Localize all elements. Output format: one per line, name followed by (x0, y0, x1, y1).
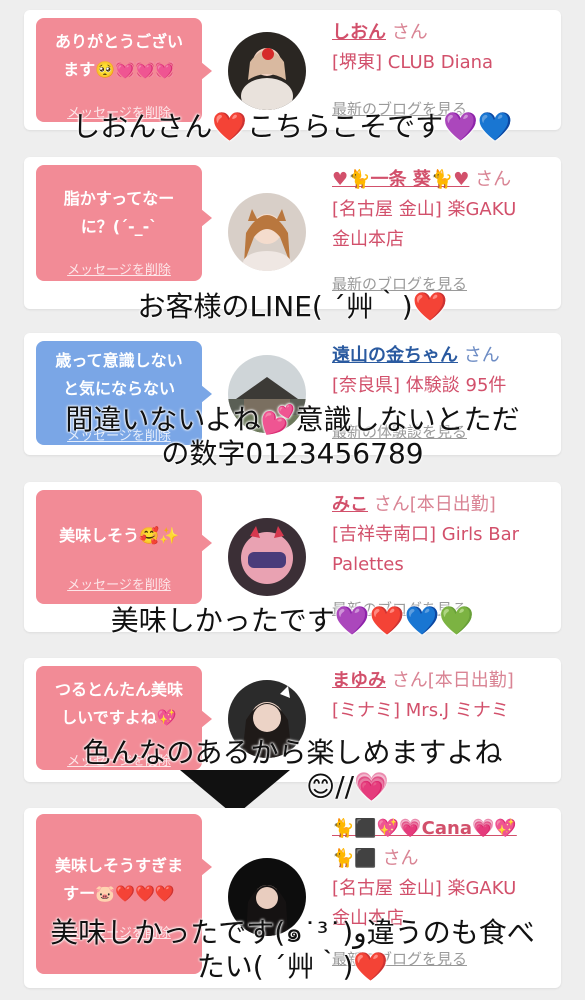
shop-link[interactable]: [名古屋 金山] 楽GAKU (332, 195, 552, 225)
message-text: つるとんたん美味 しいですよね💖 (54, 680, 183, 727)
caption-overlay: 色んなのあるから楽しめますよね 😊//💗 (0, 736, 585, 804)
profile-info: 遠山の金ちゃん さん [奈良県] 体験談 95件 (332, 341, 552, 401)
honorific: さん (382, 848, 419, 869)
message-card: 脂かすってなー に？(´-_-` メッセージを削除 ♥🐈一条 葵🐈♥ さん [名古… (24, 157, 561, 309)
profile-info: ♥🐈一条 葵🐈♥ さん [名古屋 金山] 楽GAKU 金山本店 (332, 165, 552, 255)
avatar[interactable] (228, 193, 306, 271)
caption-overlay: 美味しかったです💜❤️💙💚 (110, 604, 475, 637)
profile-info: しおん さん [堺東] CLUB Diana (332, 18, 552, 78)
honorific: さん[本日出勤] (373, 494, 496, 515)
shop-link[interactable]: [奈良県] 体験談 95件 (332, 371, 552, 401)
message-text: 美味しそうすぎま すー🐷❤️❤️❤️ (54, 856, 183, 903)
message-text: 脂かすってなー に？(´-_-` (63, 189, 175, 236)
caption-line: の数字0123456789 (161, 437, 424, 470)
honorific: さん (463, 345, 500, 366)
caption-overlay: お客様のLINE( ´艸｀)❤️ (137, 290, 448, 323)
shop-link[interactable]: [堺東] CLUB Diana (332, 48, 552, 78)
avatar[interactable] (228, 518, 306, 596)
profile-name-link[interactable]: しおん (332, 22, 386, 43)
message-bubble: 脂かすってなー に？(´-_-` メッセージを削除 (36, 165, 212, 281)
caption-line: 色んなのあるから楽しめますよね (82, 736, 503, 769)
shop-link[interactable]: [吉祥寺南口] Girls Bar (332, 520, 552, 550)
shop-link[interactable]: [ミナミ] Mrs.J ミナミ (332, 696, 552, 726)
shop-link[interactable]: [名古屋 金山] 楽GAKU (332, 874, 552, 904)
honorific: さん (475, 169, 512, 190)
honorific: さん[本日出勤] (391, 670, 514, 691)
caption-line: 😊//💗 (306, 770, 389, 803)
caption-overlay: 間違いないよね💕意識しないとただ の数字0123456789 (0, 403, 585, 471)
delete-message-link[interactable]: メッセージを削除 (36, 259, 202, 278)
shop-link-line2[interactable]: Palettes (332, 550, 552, 580)
caption-line: たい( ´艸｀)❤️ (196, 950, 389, 983)
caption-line: 間違いないよね💕意識しないとただ (65, 403, 520, 436)
message-bubble: 美味しそう🥰✨ メッセージを削除 (36, 490, 212, 604)
honorific: さん (391, 22, 428, 43)
profile-name-link[interactable]: ♥🐈一条 葵🐈♥ (332, 169, 469, 190)
profile-info: まゆみ さん[本日出勤] [ミナミ] Mrs.J ミナミ (332, 666, 552, 726)
message-text: 歳って意識しない と気にならない (55, 351, 183, 398)
profile-name-link[interactable]: 遠山の金ちゃん (332, 345, 458, 366)
caption-overlay: しおんさん❤️こちらこそです💜💙 (72, 110, 513, 143)
profile-info: みこ さん[本日出勤] [吉祥寺南口] Girls Bar Palettes (332, 490, 552, 580)
caption-line: 美味しかったです(๑˙³˙)و違うのも食べ (50, 916, 535, 949)
delete-message-link[interactable]: メッセージを削除 (36, 574, 202, 593)
avatar[interactable] (228, 32, 306, 110)
profile-name-link[interactable]: まゆみ (332, 670, 386, 691)
message-text: 美味しそう🥰✨ (59, 526, 179, 545)
profile-name-line2[interactable]: 🐈⬛ (332, 848, 377, 869)
message-text: ありがとうござい ます🥺💓💓💓 (54, 32, 183, 79)
caption-overlay: 美味しかったです(๑˙³˙)و違うのも食べ たい( ´艸｀)❤️ (0, 916, 585, 984)
shop-link-line2[interactable]: 金山本店 (332, 225, 552, 255)
profile-name-link[interactable]: みこ (332, 494, 368, 515)
message-bubble: ありがとうござい ます🥺💓💓💓 メッセージを削除 (36, 18, 212, 122)
profile-name-link[interactable]: 🐈⬛💖💗Cana💗💖 (332, 818, 517, 839)
